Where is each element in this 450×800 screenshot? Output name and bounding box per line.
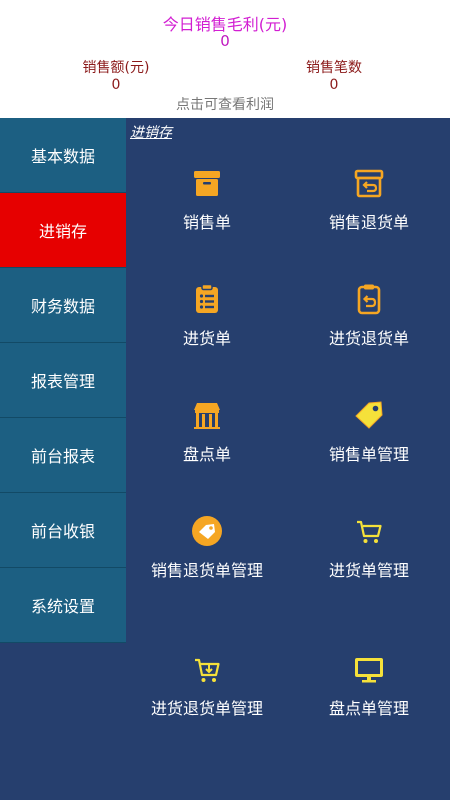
tile-purchase-manage[interactable]: 进货单管理 <box>288 514 450 582</box>
sidebar-item-inventory[interactable]: 进销存 <box>0 193 126 268</box>
sales-amount-label: 销售额(元) <box>82 60 150 76</box>
tile-label: 销售退货单管理 <box>150 561 263 580</box>
tag-circle-icon <box>192 516 222 546</box>
box-return-icon <box>354 169 384 198</box>
tile-label: 盘点单管理 <box>328 699 409 718</box>
tag-icon <box>355 401 383 429</box>
tile-label: 盘点单 <box>182 445 231 464</box>
sales-count-label: 销售笔数 <box>306 60 362 76</box>
monitor-icon <box>355 658 383 683</box>
box-icon <box>194 171 220 196</box>
tile-sales-return-manage[interactable]: 销售退货单管理 <box>126 514 288 582</box>
tile-label: 进货退货单管理 <box>150 699 263 718</box>
clipboard-list-icon <box>196 283 218 313</box>
tile-label: 销售退货单 <box>328 213 409 232</box>
profit-value: 0 <box>220 32 230 50</box>
sidebar: 基本数据 进销存 财务数据 报表管理 前台报表 前台收银 系统设置 <box>0 118 126 800</box>
sales-count-stat: 销售笔数 0 <box>264 60 404 94</box>
tile-purchase-order[interactable]: 进货单 <box>126 282 288 350</box>
sidebar-item-front-reports[interactable]: 前台报表 <box>0 418 126 493</box>
tile-sales-return[interactable]: 销售退货单 <box>288 166 450 234</box>
tile-stocktake-manage[interactable]: 盘点单管理 <box>288 652 450 720</box>
tile-stocktake[interactable]: 盘点单 <box>126 398 288 466</box>
tile-label: 进货退货单 <box>328 329 409 348</box>
sales-amount-value: 0 <box>111 77 121 93</box>
sidebar-item-reports[interactable]: 报表管理 <box>0 343 126 418</box>
view-profit-hint[interactable]: 点击可查看利润 <box>0 94 450 114</box>
tile-label: 销售单 <box>182 213 231 232</box>
tile-label: 进货单管理 <box>328 561 409 580</box>
section-title: 进销存 <box>130 125 172 141</box>
tile-label: 销售单管理 <box>328 445 409 464</box>
tile-sales-order[interactable]: 销售单 <box>126 166 288 234</box>
clipboard-return-icon <box>357 284 381 315</box>
cart-return-icon <box>195 658 220 682</box>
tile-purchase-return[interactable]: 进货退货单 <box>288 282 450 350</box>
shop-icon <box>194 403 220 429</box>
sales-count-value: 0 <box>329 77 339 93</box>
sidebar-item-settings[interactable]: 系统设置 <box>0 568 126 643</box>
sidebar-item-basic-data[interactable]: 基本数据 <box>0 118 126 193</box>
sidebar-item-cashier[interactable]: 前台收银 <box>0 493 126 568</box>
main-panel: 进销存 销售单 销售退货单 进货单 进货退货单 盘点单 销售单管理 销售退货单管… <box>126 118 450 800</box>
cart-icon <box>357 520 382 543</box>
sidebar-item-finance[interactable]: 财务数据 <box>0 268 126 343</box>
tile-sales-manage[interactable]: 销售单管理 <box>288 398 450 466</box>
sales-amount-stat: 销售额(元) 0 <box>46 60 186 94</box>
profit-summary[interactable]: 今日销售毛利(元) 0 销售额(元) 0 销售笔数 0 点击可查看利润 <box>0 0 450 118</box>
tile-purchase-return-manage[interactable]: 进货退货单管理 <box>126 652 288 720</box>
tile-label: 进货单 <box>182 329 231 348</box>
